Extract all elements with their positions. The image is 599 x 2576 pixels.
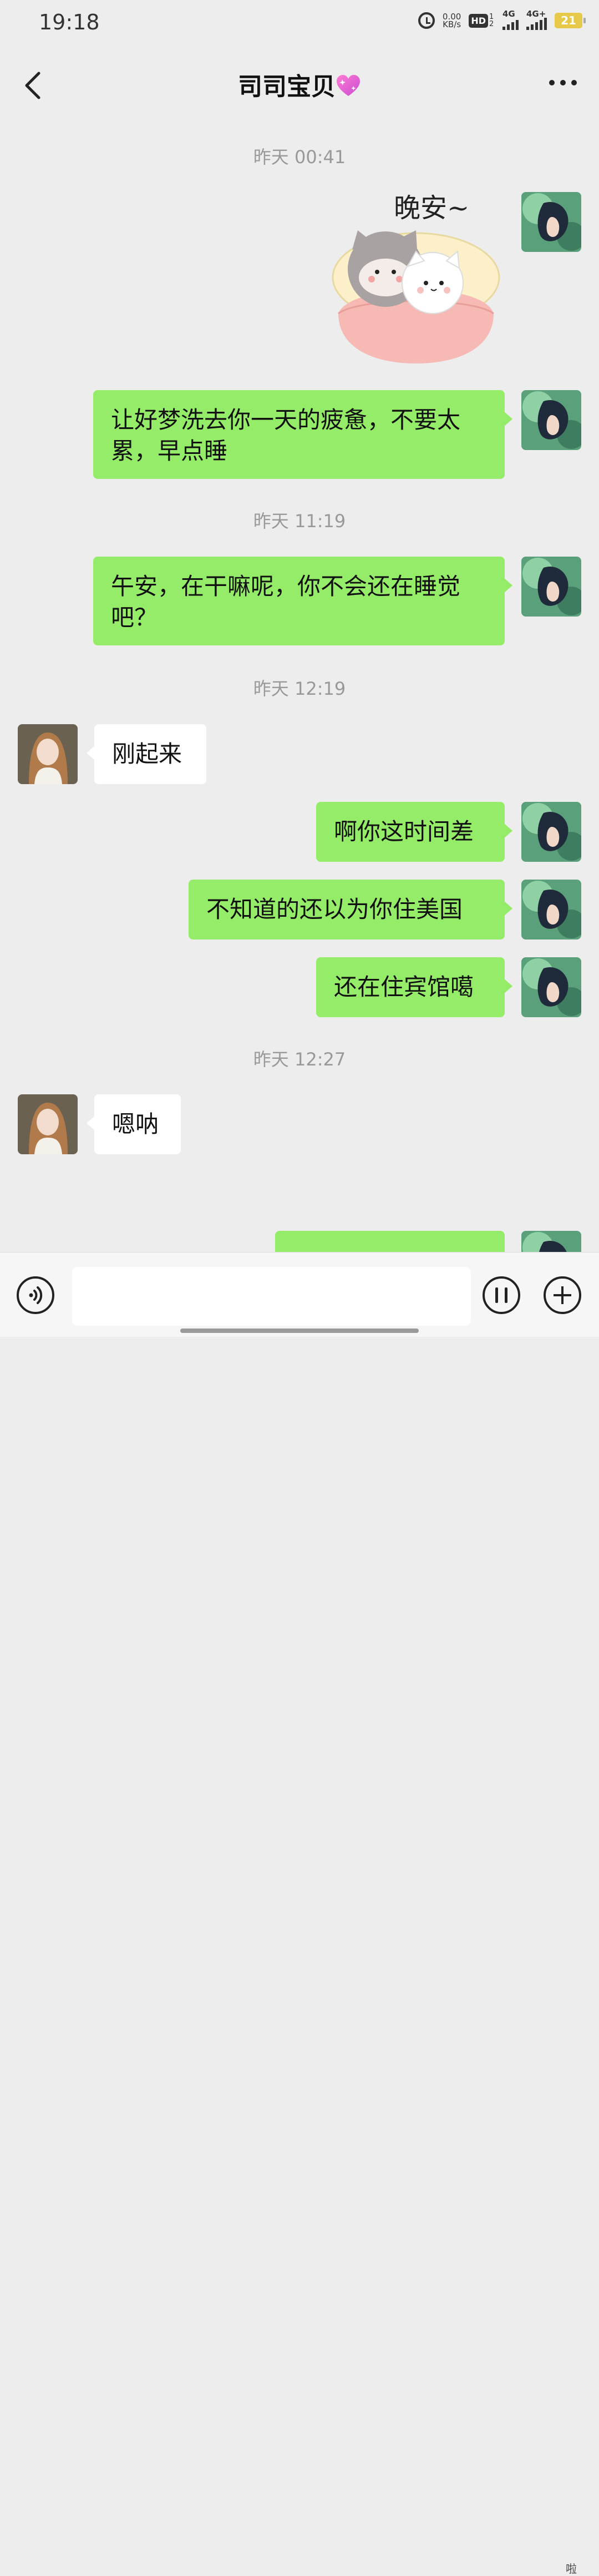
message-text: 午安，在干嘛呢，你不会还在睡觉吧？ (111, 573, 461, 631)
timestamp: 昨天 00:41 (253, 147, 346, 168)
my-message-bubble[interactable]: 还在住宾馆噶 (316, 957, 512, 1017)
message-input[interactable] (72, 1267, 471, 1326)
contact-avatar[interactable] (18, 724, 78, 784)
timestamp: 昨天 12:27 (253, 1049, 346, 1070)
my-message-bubble[interactable]: 不知道的还以为你住美国 (189, 880, 512, 940)
message-text: 不知道的还以为你住美国 (206, 896, 463, 923)
my-avatar[interactable] (521, 192, 581, 252)
message-text: 还在住宾馆噶 (334, 973, 474, 1001)
message-text: 啊你这时间差 (334, 818, 474, 845)
status-bar: 19:18 0.00 KB/s HD 1 2 4G 4G+ 21 (0, 0, 599, 48)
more-dots-icon[interactable] (549, 80, 577, 85)
status-icons: 0.00 KB/s HD 1 2 4G 4G+ 21 (418, 9, 586, 30)
hd-icon: HD (469, 13, 488, 28)
alarm-icon (418, 12, 435, 29)
sticker-message[interactable]: 晚安~ (327, 186, 505, 375)
contact-avatar[interactable] (18, 1094, 78, 1154)
signal-4g-plus-icon: 4G+ (526, 9, 547, 30)
signal-4g-icon: 4G (502, 9, 519, 30)
my-avatar[interactable] (521, 957, 581, 1017)
home-indicator[interactable] (180, 1329, 419, 1333)
my-avatar[interactable] (521, 557, 581, 617)
plus-icon[interactable] (544, 1276, 581, 1314)
my-avatar[interactable] (521, 1231, 581, 1253)
cats-sticker-image (332, 230, 500, 363)
network-speed: 0.00 KB/s (442, 12, 461, 29)
message-text: 让好梦洗去你一天的疲惫，不要太累，早点睡 (111, 406, 461, 464)
chat-input-bar: 啦 (0, 1252, 599, 2575)
my-message-bubble[interactable]: 啊你这时间差 (316, 802, 512, 862)
my-avatar[interactable] (521, 880, 581, 940)
sparkling-heart-icon (336, 74, 361, 98)
voice-icon[interactable] (17, 1276, 54, 1314)
chat-title: 司司宝贝 (0, 67, 599, 102)
status-time: 19:18 (39, 10, 100, 34)
emoji-icon[interactable] (483, 1276, 520, 1314)
contact-message-bubble[interactable]: 嗯呐 (87, 1094, 181, 1154)
timestamp: 昨天 12:19 (253, 678, 346, 699)
my-avatar[interactable] (521, 390, 581, 450)
message-text: 嗯呐 (112, 1110, 159, 1138)
battery-icon: 21 (555, 13, 586, 28)
watermark-text: 啦 (566, 2562, 577, 2575)
my-message-bubble[interactable]: 午安，在干嘛呢，你不会还在睡觉吧？ (93, 557, 512, 645)
chat-header: 司司宝贝 (0, 48, 599, 119)
my-avatar[interactable] (521, 802, 581, 862)
message-text: 刚起来 (112, 740, 182, 767)
contact-message-bubble[interactable]: 刚起来 (87, 724, 206, 784)
my-message-bubble[interactable]: 让好梦洗去你一天的疲惫，不要太累，早点睡 (93, 390, 512, 479)
hd-indicator: HD 1 2 (469, 13, 495, 28)
timestamp: 昨天 11:19 (253, 511, 346, 532)
